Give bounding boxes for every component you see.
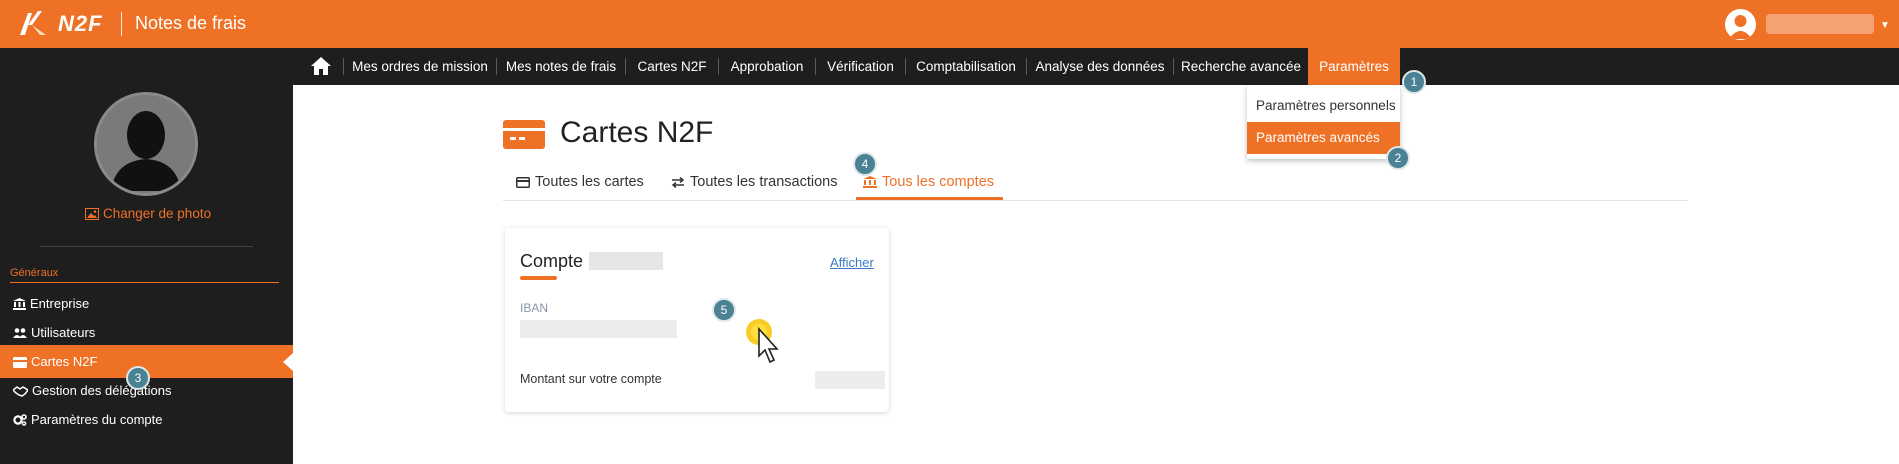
page-title: Cartes N2F xyxy=(560,116,714,149)
nav-item-analyse-des-donnees[interactable]: Analyse des données xyxy=(1027,48,1173,85)
credit-card-icon xyxy=(13,357,27,368)
tab-label: Toutes les transactions xyxy=(690,174,838,190)
bank-icon xyxy=(13,298,26,310)
sidebar-section-line xyxy=(10,282,279,283)
sidebar-item-label: Entreprise xyxy=(30,296,90,311)
parametres-dropdown: Paramètres personnels Paramètres avancés xyxy=(1247,85,1400,159)
top-bar: N2F Notes de frais ▼ xyxy=(0,0,1899,48)
tab-toutes-les-transactions[interactable]: Toutes les transactions xyxy=(671,174,838,200)
nav-item-comptabilisation[interactable]: Comptabilisation xyxy=(906,48,1026,85)
handshake-icon xyxy=(11,386,30,397)
gears-icon xyxy=(13,414,27,426)
credit-card-icon xyxy=(503,120,545,149)
sidebar-section-title: Généraux xyxy=(10,267,59,279)
profile-silhouette-icon xyxy=(97,95,195,193)
nav-item-ordres-de-mission[interactable]: Mes ordres de mission xyxy=(344,48,496,85)
tabs-divider xyxy=(503,200,1688,201)
amount-label: Montant sur votre compte xyxy=(520,372,662,386)
step-badge-1: 1 xyxy=(1402,70,1426,94)
nav-item-verification[interactable]: Vérification xyxy=(816,48,905,85)
sidebar-item-label: Gestion des délégations xyxy=(32,383,172,398)
active-tab-underline xyxy=(856,197,1003,200)
nav-item-cartes-n2f[interactable]: Cartes N2F xyxy=(626,48,718,85)
nav-item-approbation[interactable]: Approbation xyxy=(719,48,815,85)
app-title: Notes de frais xyxy=(135,13,247,33)
credit-card-icon xyxy=(516,177,530,188)
tab-label: Toutes les cartes xyxy=(535,174,644,190)
image-icon xyxy=(85,208,99,220)
main-nav: Mes ordres de mission Mes notes de frais… xyxy=(0,48,1899,85)
sidebar: Changer de photo Généraux Entreprise Uti… xyxy=(0,85,293,464)
card-title-accent xyxy=(520,276,557,280)
users-icon xyxy=(13,328,27,338)
step-badge-5: 5 xyxy=(712,298,736,322)
n2f-logo-icon[interactable] xyxy=(16,7,50,41)
tab-label: Tous les comptes xyxy=(882,174,995,190)
sidebar-item-label: Paramètres du compte xyxy=(31,412,163,427)
iban-label: IBAN xyxy=(520,301,549,315)
brand-separator xyxy=(121,12,122,36)
change-photo-label: Changer de photo xyxy=(103,206,212,221)
nav-item-notes-de-frais[interactable]: Mes notes de frais xyxy=(497,48,625,85)
account-card: Compte Afficher IBAN Montant sur votre c… xyxy=(505,228,889,412)
brand-name[interactable]: N2F xyxy=(58,11,103,37)
dropdown-item-parametres-avances[interactable]: Paramètres avancés xyxy=(1247,122,1400,154)
bank-icon xyxy=(863,176,877,188)
profile-photo[interactable] xyxy=(94,92,198,196)
mouse-cursor-icon xyxy=(746,319,779,364)
sidebar-item-label: Utilisateurs xyxy=(31,325,96,340)
step-badge-3: 3 xyxy=(126,366,150,390)
exchange-icon xyxy=(671,176,685,189)
sidebar-divider xyxy=(40,246,253,247)
step-badge-2: 2 xyxy=(1386,146,1410,170)
sidebar-item-label: Cartes N2F xyxy=(31,354,98,369)
user-menu-caret-icon[interactable]: ▼ xyxy=(1880,20,1890,31)
sidebar-item-parametres-du-compte[interactable]: Paramètres du compte xyxy=(0,403,293,436)
home-icon[interactable] xyxy=(310,56,332,76)
tab-toutes-les-cartes[interactable]: Toutes les cartes xyxy=(516,174,644,200)
nav-item-parametres[interactable]: Paramètres xyxy=(1308,48,1400,85)
amount-value-blurred xyxy=(815,371,885,389)
afficher-link[interactable]: Afficher xyxy=(830,255,874,270)
active-indicator-arrow xyxy=(283,353,293,371)
iban-value-blurred xyxy=(520,320,677,338)
nav-item-recherche-avancee[interactable]: Recherche avancée xyxy=(1174,48,1308,85)
user-avatar-icon xyxy=(1729,15,1752,39)
dropdown-item-parametres-personnels[interactable]: Paramètres personnels xyxy=(1247,90,1400,122)
change-photo-link[interactable]: Changer de photo xyxy=(85,206,211,221)
user-name-blurred[interactable] xyxy=(1766,14,1874,34)
step-badge-4: 4 xyxy=(853,152,877,176)
user-avatar[interactable] xyxy=(1725,9,1756,40)
account-card-title: Compte xyxy=(520,251,584,271)
account-name-blurred xyxy=(589,252,663,270)
